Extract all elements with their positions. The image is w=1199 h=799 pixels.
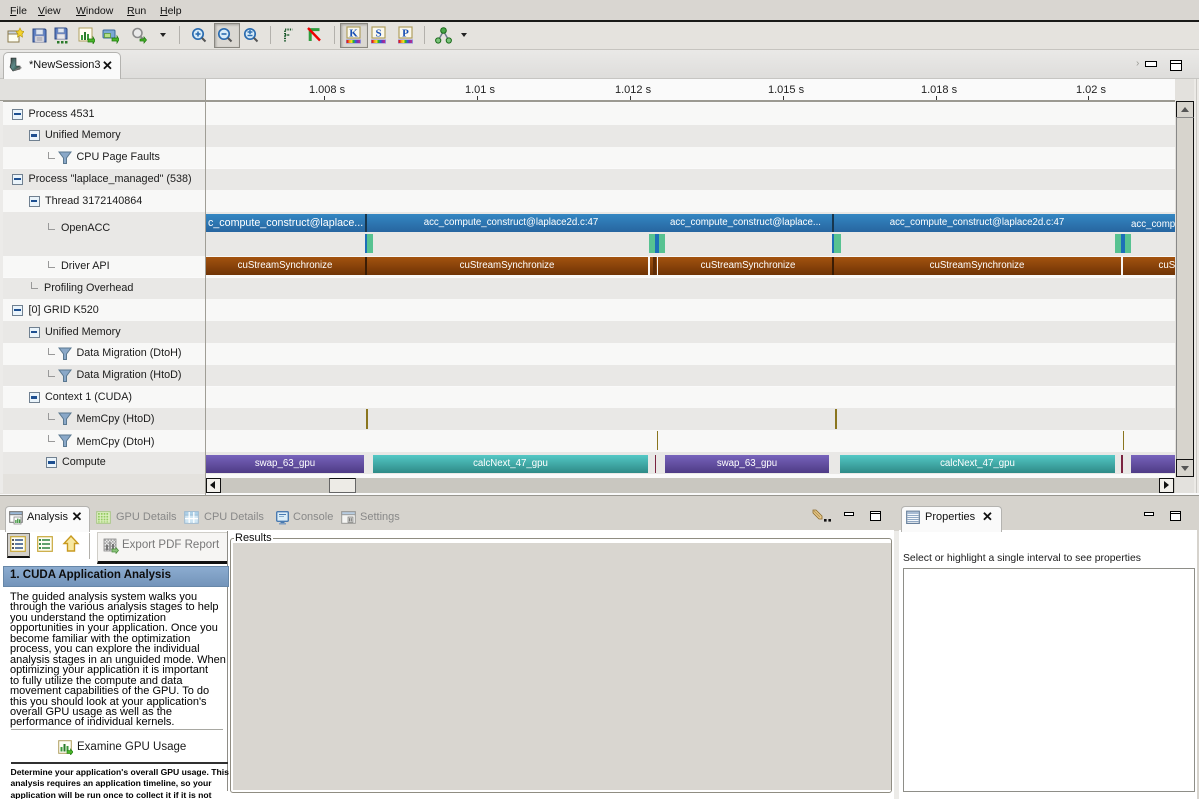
- svg-text:K: K: [349, 28, 358, 40]
- svg-text:S: S: [375, 28, 381, 40]
- svg-text:P: P: [402, 28, 409, 40]
